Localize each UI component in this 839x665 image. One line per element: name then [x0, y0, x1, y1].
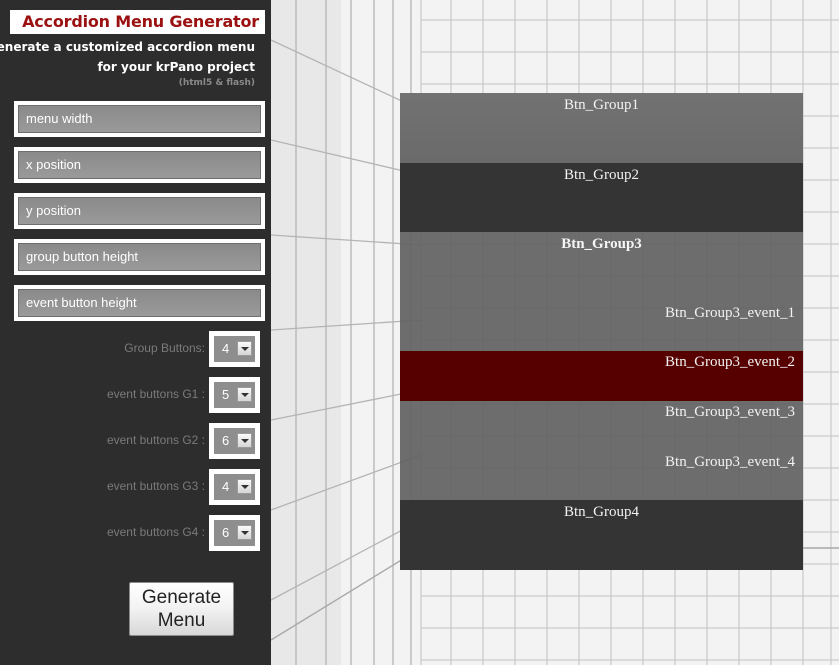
group-buttons-label: Group Buttons:	[124, 341, 205, 355]
subtitle-line-2: for your krPano project	[97, 60, 255, 74]
group-2-label: Btn_Group2	[564, 167, 639, 183]
group-3-event-2-label: Btn_Group3_event_2	[665, 354, 795, 370]
event-buttons-g1-row: event buttons G1 : 5	[0, 377, 271, 413]
event-buttons-g1-label: event buttons G1 :	[106, 387, 205, 401]
generate-button-line-2: Menu	[157, 610, 206, 631]
accordion-group-1[interactable]: Btn_Group1	[400, 93, 803, 163]
event-buttons-g4-select[interactable]: 6	[209, 515, 260, 551]
event-buttons-g2-row: event buttons G2 : 6	[0, 423, 271, 459]
event-buttons-g1-select[interactable]: 5	[209, 377, 260, 413]
y-position-field-frame: y position	[14, 193, 265, 229]
y-position-field[interactable]: y position	[18, 197, 261, 225]
x-position-field[interactable]: x position	[18, 151, 261, 179]
event-buttons-g3-label: event buttons G3 :	[106, 479, 205, 493]
group-button-height-field-frame: group button height	[14, 239, 265, 275]
event-buttons-g3-row: event buttons G3 : 4	[0, 469, 271, 505]
menu-width-field-frame: menu width	[14, 101, 265, 137]
event-buttons-g1-select-inner[interactable]: 5	[214, 382, 255, 408]
group-buttons-select[interactable]: 4	[209, 331, 260, 367]
page-title: Accordion Menu Generator	[22, 12, 259, 31]
event-buttons-g4-row: event buttons G4 : 6	[0, 515, 271, 551]
event-button-height-field-frame: event button height	[14, 285, 265, 321]
title-bar: Accordion Menu Generator	[10, 10, 265, 34]
event-buttons-g4-label: event buttons G4 :	[106, 525, 205, 539]
chevron-down-icon[interactable]	[237, 479, 252, 494]
accordion-menu-preview: Btn_Group1 Btn_Group2 Btn_Group3 Btn_Gro…	[400, 93, 803, 570]
group-3-label: Btn_Group3	[561, 236, 642, 252]
group-3-event-3[interactable]: Btn_Group3_event_3	[400, 401, 803, 451]
event-buttons-g2-select-inner[interactable]: 6	[214, 428, 255, 454]
event-buttons-g3-select-inner[interactable]: 4	[214, 474, 255, 500]
event-button-height-field[interactable]: event button height	[18, 289, 261, 317]
accordion-group-4[interactable]: Btn_Group4	[400, 500, 803, 570]
event-buttons-g2-label: event buttons G2 :	[106, 433, 205, 447]
chevron-down-icon[interactable]	[237, 525, 252, 540]
group-4-label: Btn_Group4	[564, 504, 639, 520]
accordion-group-2[interactable]: Btn_Group2	[400, 163, 803, 232]
group-3-event-1-label: Btn_Group3_event_1	[665, 305, 795, 321]
event-buttons-g3-select[interactable]: 4	[209, 469, 260, 505]
group-1-label: Btn_Group1	[564, 97, 639, 113]
accordion-group-3[interactable]: Btn_Group3	[400, 232, 803, 301]
group-3-event-4[interactable]: Btn_Group3_event_4	[400, 451, 803, 500]
generate-button-line-1: Generate	[141, 587, 222, 608]
event-buttons-g1-value: 5	[222, 387, 230, 402]
chevron-down-icon[interactable]	[237, 387, 252, 402]
group-buttons-value: 4	[222, 341, 230, 356]
group-button-height-field[interactable]: group button height	[18, 243, 261, 271]
group-3-event-2-active[interactable]: Btn_Group3_event_2	[400, 351, 803, 401]
chevron-down-icon[interactable]	[237, 433, 252, 448]
group-buttons-select-inner[interactable]: 4	[214, 336, 255, 362]
group-3-event-4-label: Btn_Group3_event_4	[665, 454, 795, 470]
menu-width-field[interactable]: menu width	[18, 105, 261, 133]
generate-menu-button[interactable]: Generate Menu	[129, 582, 234, 636]
generator-sidebar: Accordion Menu Generator generate a cust…	[0, 0, 271, 665]
subtitle-note: (html5 & flash)	[178, 78, 255, 88]
event-buttons-g2-value: 6	[222, 433, 230, 448]
group-buttons-row: Group Buttons: 4	[0, 331, 271, 367]
chevron-down-icon[interactable]	[237, 341, 252, 356]
group-3-event-3-label: Btn_Group3_event_3	[665, 404, 795, 420]
x-position-field-frame: x position	[14, 147, 265, 183]
event-buttons-g4-select-inner[interactable]: 6	[214, 520, 255, 546]
subtitle-line-1: generate a customized accordion menu	[0, 40, 255, 54]
group-3-event-1[interactable]: Btn_Group3_event_1	[400, 301, 803, 351]
event-buttons-g2-select[interactable]: 6	[209, 423, 260, 459]
event-buttons-g4-value: 6	[222, 525, 230, 540]
event-buttons-g3-value: 4	[222, 479, 230, 494]
